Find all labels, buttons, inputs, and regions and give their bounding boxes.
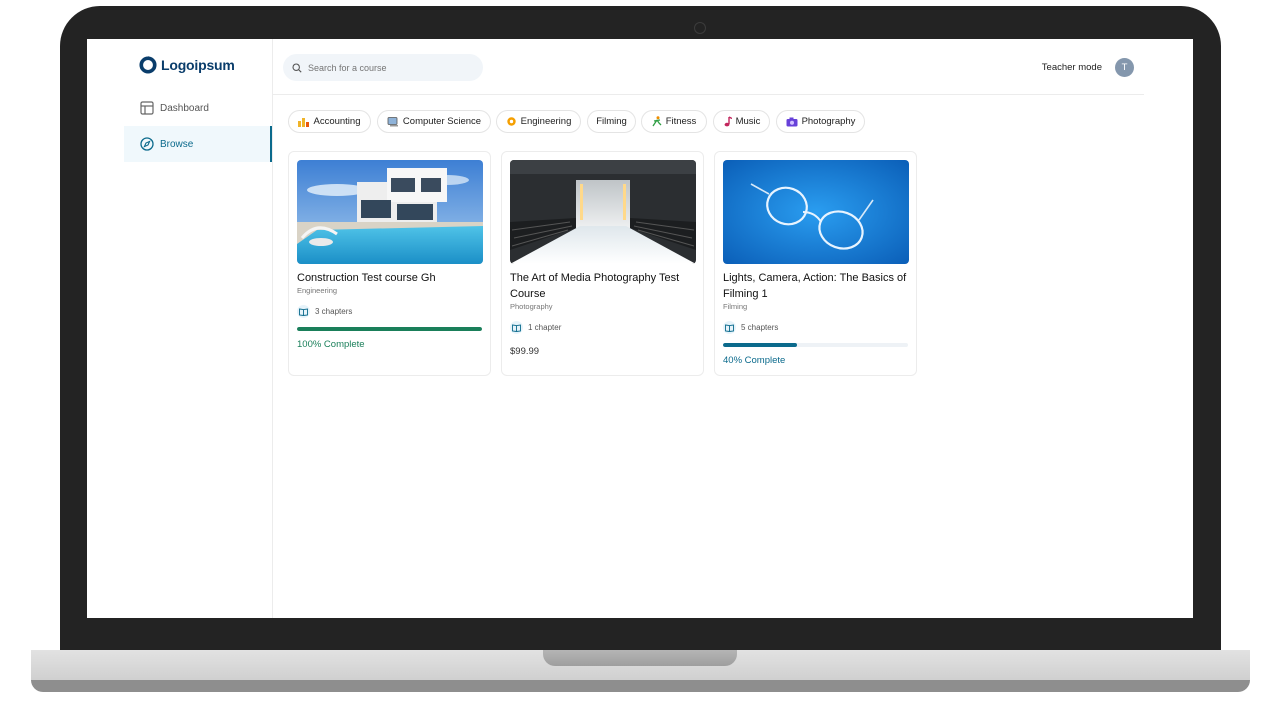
chapter-count: 3 chapters (297, 305, 352, 318)
chip-label: Music (735, 116, 761, 127)
course-thumbnail (723, 160, 909, 264)
course-thumbnail (510, 160, 696, 264)
chapter-count: 5 chapters (723, 321, 778, 334)
chip-label: Computer Science (402, 116, 482, 127)
course-thumbnail (297, 160, 483, 264)
course-category: Filming (723, 302, 748, 311)
progress-label: 100% Complete (297, 339, 365, 350)
app-screen: Logoipsum Dashboard Browse Teacher mode … (87, 39, 1193, 618)
brand-name: Logoipsum (161, 57, 235, 73)
avatar[interactable]: T (1115, 58, 1134, 77)
course-title[interactable]: Lights, Camera, Action: The Basics of Fi… (723, 270, 913, 302)
category-chip-music[interactable]: Music (713, 110, 770, 133)
layout-icon (140, 101, 154, 115)
sidebar-item-dashboard[interactable]: Dashboard (124, 91, 272, 125)
search-icon (292, 62, 302, 73)
logo-icon (139, 56, 157, 74)
chip-label: Accounting (313, 116, 361, 127)
course-category: Photography (510, 302, 553, 311)
top-bar: Teacher mode T (273, 39, 1144, 95)
progress-bar-fill (723, 343, 797, 347)
fitness-icon (652, 116, 662, 127)
sidebar-item-label: Browse (160, 138, 194, 150)
course-card[interactable]: The Art of Media Photography Test Course… (501, 151, 704, 376)
chapter-count-label: 5 chapters (741, 323, 779, 332)
chip-label: Filming (596, 116, 627, 127)
chapter-count-label: 3 chapters (315, 307, 353, 316)
chart-icon (298, 117, 310, 127)
course-card[interactable]: Construction Test course Gh Engineering … (288, 151, 491, 376)
chapter-count-label: 1 chapter (528, 323, 562, 332)
book-icon (510, 321, 523, 334)
sidebar-item-label: Dashboard (160, 102, 209, 114)
camera-icon (694, 22, 706, 34)
sidebar: Logoipsum Dashboard Browse (87, 39, 273, 618)
category-chip-engineering[interactable]: Engineering (496, 110, 581, 133)
progress-bar (297, 327, 482, 331)
laptop-base-edge (31, 680, 1250, 692)
course-price: $99.99 (510, 346, 540, 357)
book-icon (723, 321, 736, 334)
compass-icon (140, 137, 154, 151)
gear-icon (506, 116, 517, 127)
sidebar-item-browse[interactable]: Browse (124, 126, 272, 162)
computer-icon (387, 116, 399, 127)
course-title[interactable]: Construction Test course Gh (297, 270, 487, 286)
course-card[interactable]: Lights, Camera, Action: The Basics of Fi… (714, 151, 917, 376)
search-box[interactable] (283, 54, 483, 81)
progress-label: 40% Complete (723, 355, 786, 366)
book-icon (297, 305, 310, 318)
chip-label: Engineering (520, 116, 572, 127)
laptop-notch (543, 650, 737, 666)
category-chip-accounting[interactable]: Accounting (288, 110, 371, 133)
progress-bar-fill (297, 327, 482, 331)
chapter-count: 1 chapter (510, 321, 561, 334)
category-chip-filming[interactable]: Filming (587, 110, 636, 133)
category-chip-fitness[interactable]: Fitness (641, 110, 707, 133)
search-input[interactable] (308, 62, 468, 73)
course-category: Engineering (297, 286, 338, 295)
course-title[interactable]: The Art of Media Photography Test Course (510, 270, 700, 302)
teacher-mode-button[interactable]: Teacher mode (1042, 62, 1102, 73)
progress-bar (723, 343, 908, 347)
music-note-icon (723, 116, 732, 127)
category-chip-photography[interactable]: Photography (776, 110, 865, 133)
category-chip-computer-science[interactable]: Computer Science (377, 110, 491, 133)
camera-icon (786, 117, 798, 127)
chip-label: Photography (801, 116, 856, 127)
logo[interactable]: Logoipsum (139, 56, 235, 74)
chip-label: Fitness (665, 116, 697, 127)
